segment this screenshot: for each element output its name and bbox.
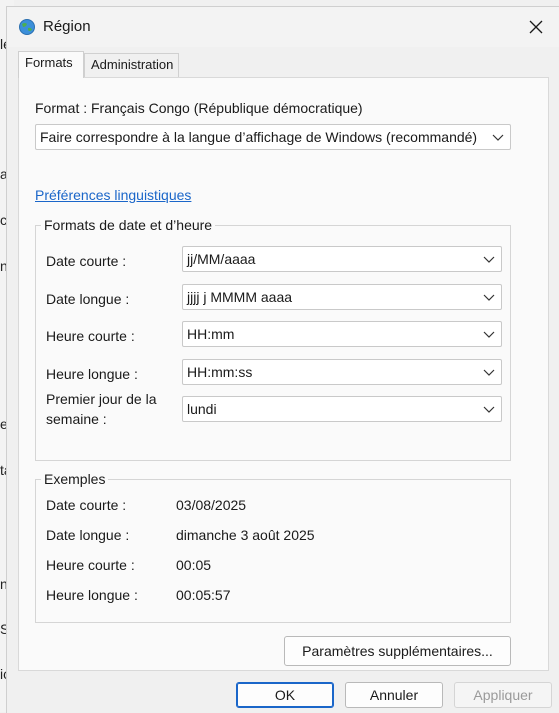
date-time-formats-group: Formats de date et d’heure Date courte :… [35, 217, 511, 461]
chevron-down-icon [483, 294, 495, 301]
example-long-date-value: dimanche 3 août 2025 [176, 527, 315, 543]
format-select[interactable]: Faire correspondre à la langue d’afficha… [35, 124, 511, 150]
short-time-label: Heure courte : [46, 328, 135, 344]
close-button[interactable] [516, 11, 556, 43]
globe-icon [19, 19, 35, 35]
example-short-time-value: 00:05 [176, 557, 212, 573]
example-short-date-value: 03/08/2025 [176, 497, 247, 513]
example-long-time-label: Heure longue : [46, 587, 138, 603]
first-day-select[interactable]: lundi [182, 396, 502, 422]
short-date-select[interactable]: jj/MM/aaaa [182, 246, 502, 272]
window-title: Région [43, 18, 91, 35]
tab-administration[interactable]: Administration [84, 53, 179, 77]
short-time-select[interactable]: HH:mm [182, 321, 502, 347]
chevron-down-icon [483, 256, 495, 263]
short-date-value: jj/MM/aaaa [187, 251, 256, 267]
example-long-date-label: Date longue : [46, 527, 130, 543]
long-time-label: Heure longue : [46, 366, 138, 382]
chevron-down-icon [492, 134, 504, 141]
format-select-value: Faire correspondre à la langue d’afficha… [40, 129, 478, 145]
first-day-label-line1: Premier jour de la [46, 391, 157, 407]
formats-panel: Format : Français Congo (République démo… [18, 77, 549, 671]
long-date-label: Date longue : [46, 291, 130, 307]
first-day-label-line2: semaine : [46, 411, 107, 427]
example-long-time-value: 00:05:57 [176, 587, 231, 603]
short-date-label: Date courte : [46, 253, 127, 269]
title-bar: Région [7, 7, 559, 47]
long-time-select[interactable]: HH:mm:ss [182, 359, 502, 385]
language-preferences-link[interactable]: Préférences linguistiques [35, 187, 191, 203]
additional-settings-button[interactable]: Paramètres supplémentaires... [284, 636, 511, 666]
long-time-value: HH:mm:ss [187, 364, 253, 380]
chevron-down-icon [483, 331, 495, 338]
example-short-date-label: Date courte : [46, 497, 127, 513]
region-dialog: Région Formats Administration Format : F… [6, 6, 559, 713]
group-title: Formats de date et d’heure [41, 217, 216, 233]
close-icon [529, 20, 543, 34]
group-title: Exemples [41, 471, 109, 487]
chevron-down-icon [483, 406, 495, 413]
long-date-select[interactable]: jjjj j MMMM aaaa [182, 284, 502, 310]
chevron-down-icon [483, 369, 495, 376]
first-day-value: lundi [187, 401, 217, 417]
long-date-value: jjjj j MMMM aaaa [187, 289, 293, 305]
ok-button[interactable]: OK [236, 682, 334, 708]
apply-button[interactable]: Appliquer [454, 682, 552, 708]
tab-formats[interactable]: Formats [18, 51, 84, 78]
example-short-time-label: Heure courte : [46, 557, 135, 573]
format-label: Format : Français Congo (République démo… [35, 100, 363, 116]
cancel-button[interactable]: Annuler [345, 682, 443, 708]
short-time-value: HH:mm [187, 326, 235, 342]
examples-group: Exemples Date courte : 03/08/2025 Date l… [35, 471, 511, 623]
